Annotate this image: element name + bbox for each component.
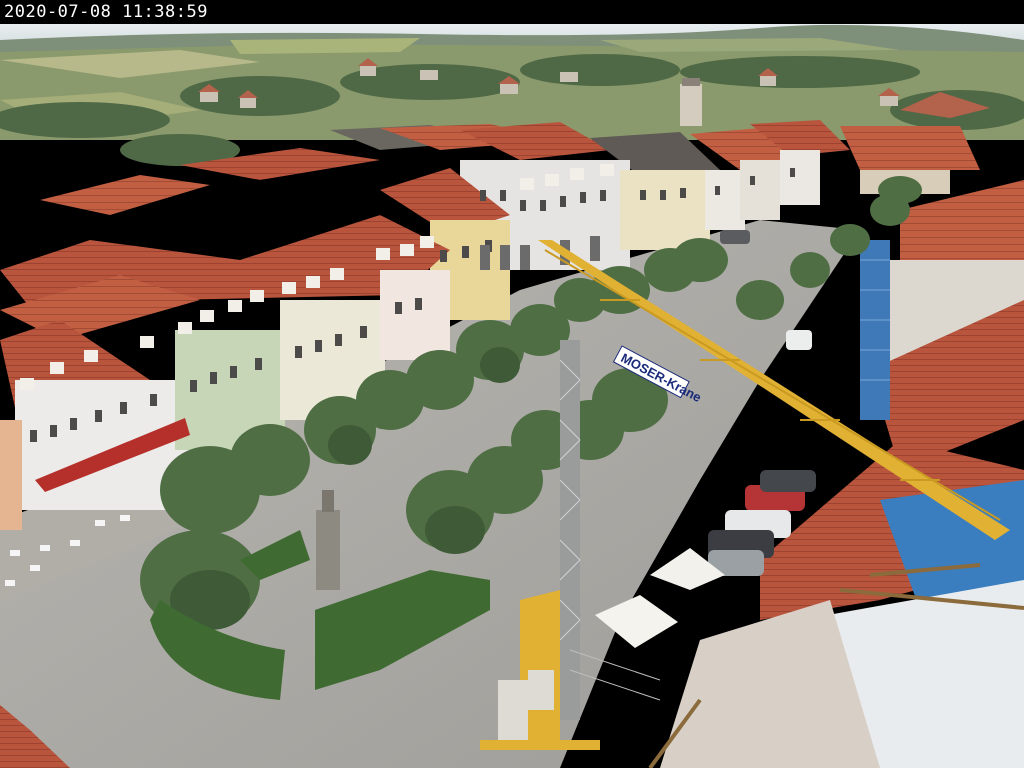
timestamp-overlay: 2020-07-08 11:38:59 (4, 2, 208, 22)
scaffold-netting (860, 240, 890, 420)
church-tower (680, 84, 702, 126)
webcam-image: MOSER-Krane (0, 24, 1024, 768)
town-square-scene: MOSER-Krane (0, 24, 1024, 768)
monument (316, 510, 340, 590)
timestamp-bar: 2020-07-08 11:38:59 (0, 0, 1024, 24)
